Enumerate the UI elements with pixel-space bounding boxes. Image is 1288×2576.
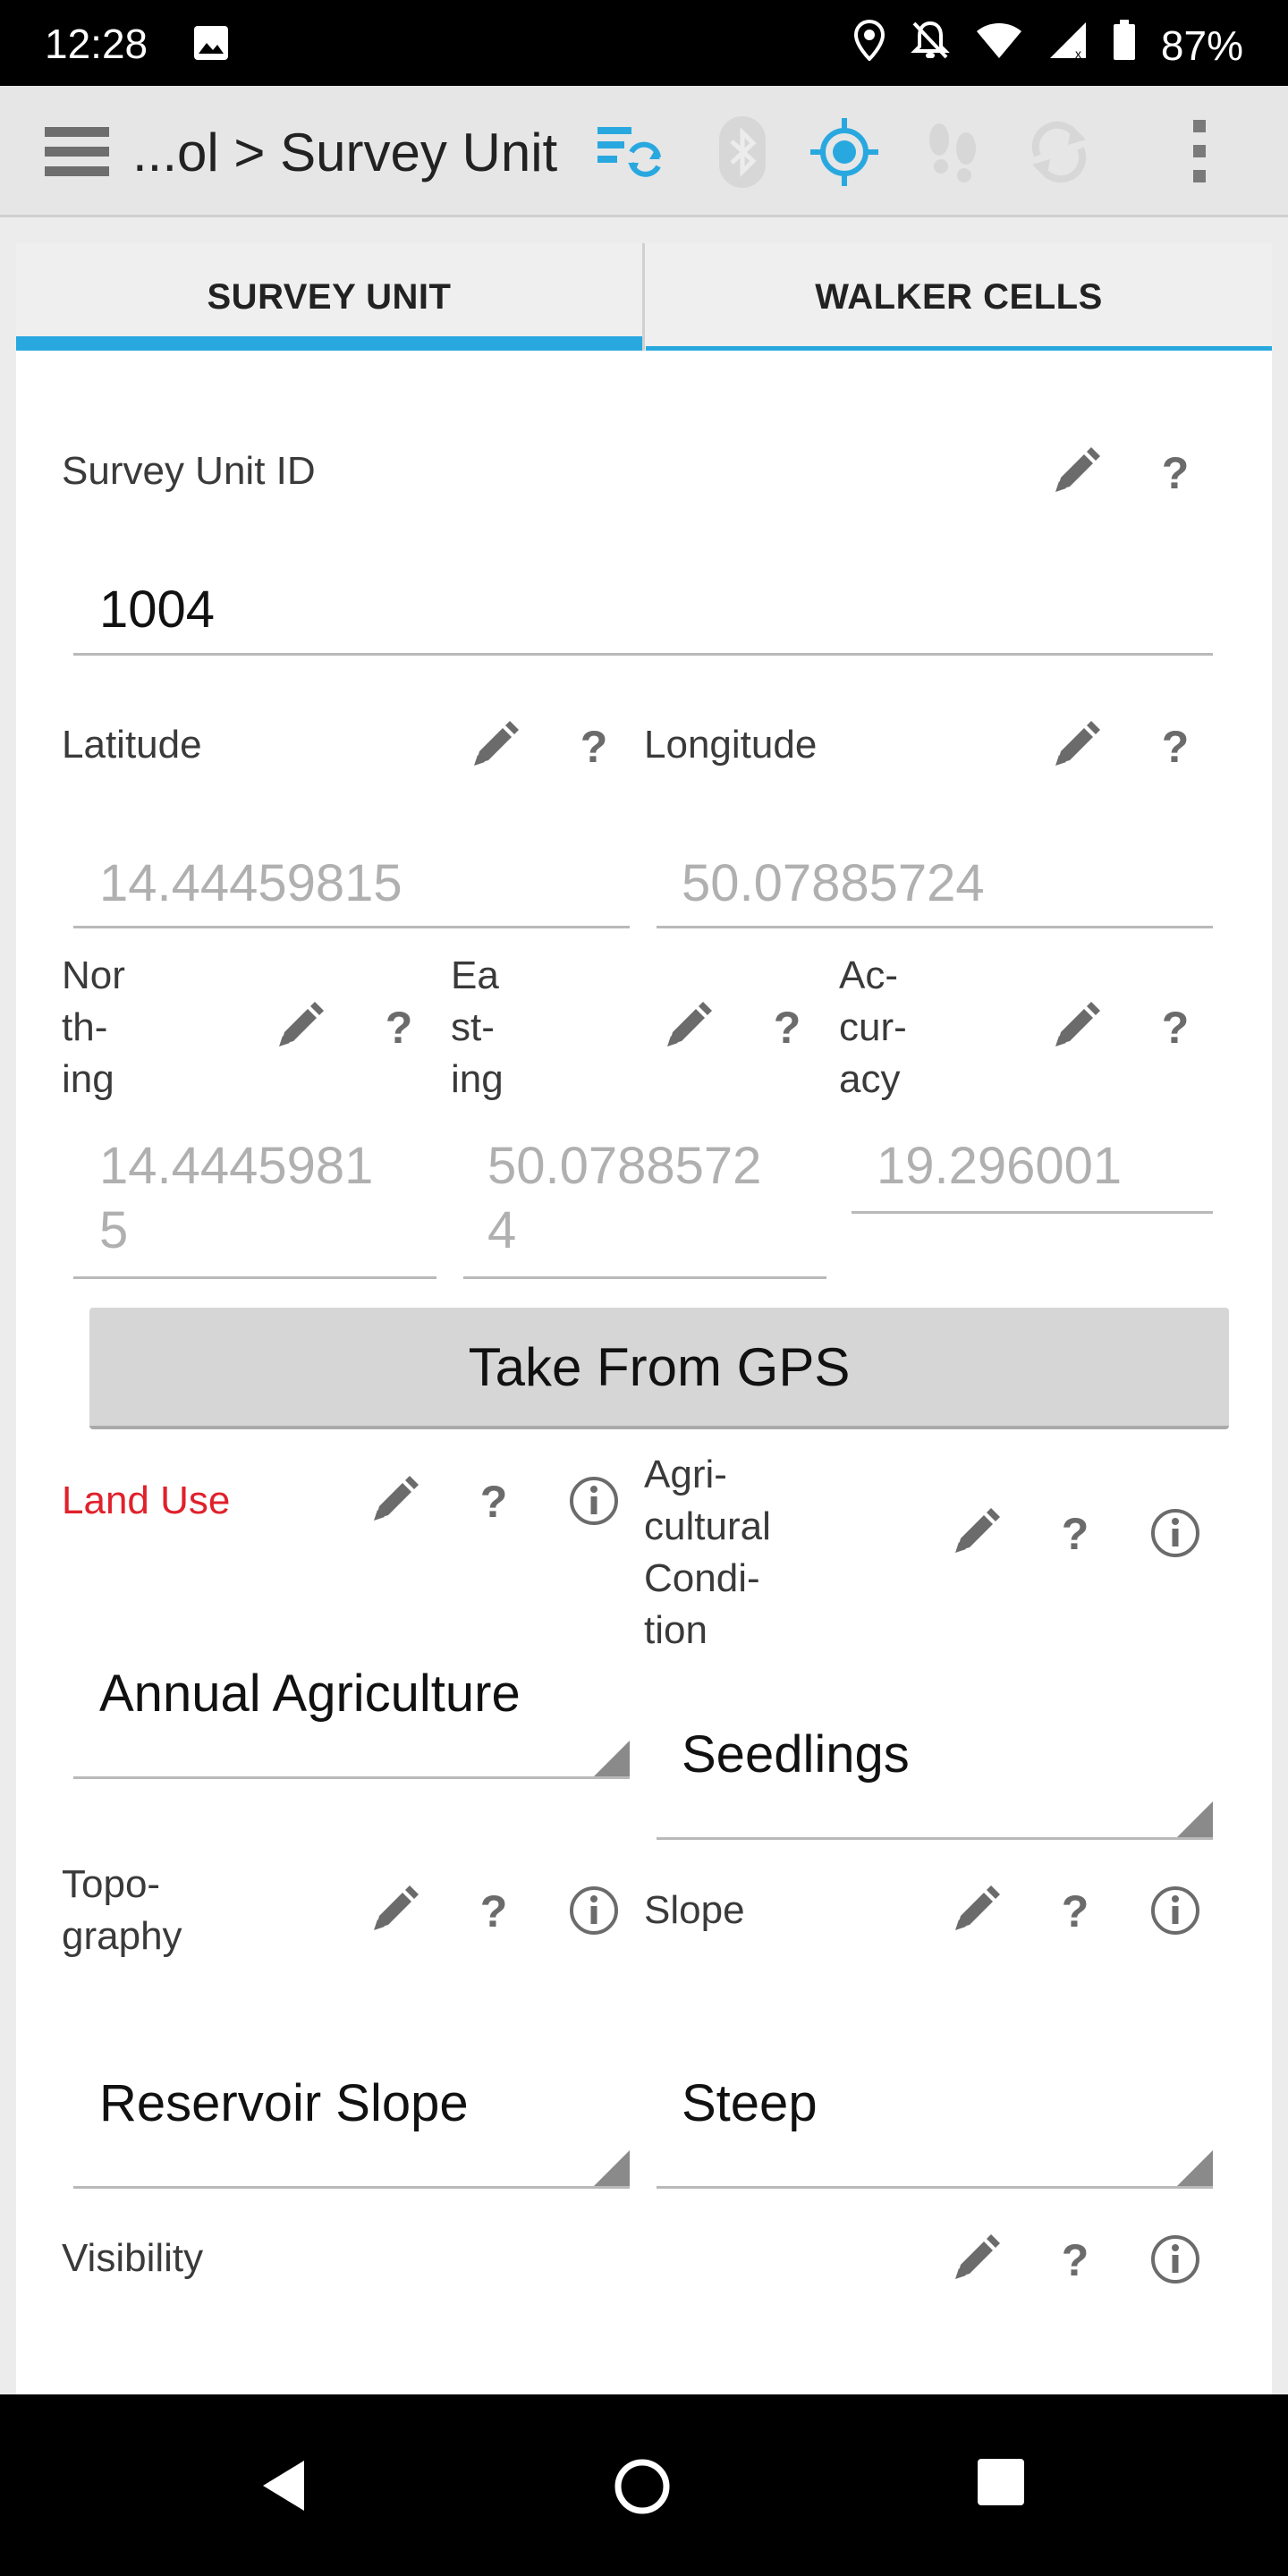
dropdown-arrow-icon[interactable] [1175,1801,1213,1839]
edit-pencil-icon[interactable] [948,1884,1002,1937]
page-title: ...ol > Survey Unit [132,123,558,182]
latitude-label: Latitude [62,723,202,767]
tab-divider [642,243,645,351]
edit-pencil-icon[interactable] [467,719,521,773]
help-question-icon[interactable] [1048,2233,1102,2286]
latitude-field[interactable]: 14.44459815 [99,852,402,916]
slope-underline [657,2186,1213,2189]
refresh-icon[interactable] [1023,116,1095,188]
accuracy-label: Ac- cur- acy [839,953,907,1101]
dropdown-arrow-icon[interactable] [592,2150,630,2188]
survey-unit-id-label: Survey Unit ID [62,449,316,493]
land-use-underline [73,1776,630,1779]
dropdown-arrow-icon[interactable] [592,1741,630,1778]
info-icon[interactable] [567,1474,621,1528]
accuracy-underline [852,1211,1213,1214]
info-icon[interactable] [1148,1884,1202,1937]
easting-underline [463,1276,826,1279]
back-icon[interactable] [258,2457,311,2519]
help-question-icon[interactable] [1048,1506,1102,1560]
agricultural-condition-underline [657,1837,1213,1840]
slope-label: Slope [644,1888,745,1932]
svg-text:x: x [1075,47,1081,60]
info-icon[interactable] [1148,1506,1202,1560]
help-question-icon[interactable] [372,1000,426,1054]
accuracy-field[interactable]: 19.296001 [877,1134,1122,1199]
image-icon [193,25,229,65]
longitude-underline [657,926,1213,928]
status-icons: x 87% [853,19,1243,71]
latitude-underline [73,926,630,928]
northing-field[interactable]: 14.4445981 5 [99,1134,373,1263]
survey-unit-id-field[interactable]: 1004 [99,578,215,642]
recents-icon[interactable] [976,2457,1026,2512]
help-question-icon[interactable] [1148,445,1202,499]
edit-pencil-icon[interactable] [1048,445,1102,499]
help-question-icon[interactable] [467,1884,521,1937]
topography-select[interactable]: Reservoir Slope [99,2072,469,2136]
help-question-icon[interactable] [1148,1000,1202,1054]
tab-bar: SURVEY UNIT WALKER CELLS [16,243,1272,351]
easting-field[interactable]: 50.0788572 4 [487,1134,761,1263]
topography-label: Topo- graphy [62,1862,182,1958]
navigation-bar [0,2394,1288,2576]
northing-label: Nor th- ing [62,953,125,1101]
battery-percent: 87% [1160,21,1243,69]
help-question-icon[interactable] [1148,719,1202,773]
help-question-icon[interactable] [760,1000,814,1054]
edit-pencil-icon[interactable] [272,1000,326,1054]
northing-underline [73,1276,436,1279]
agricultural-condition-select[interactable]: Seedlings [682,1723,910,1787]
agricultural-condition-label: Agri- cultural Condi- tion [644,1453,771,1652]
land-use-select[interactable]: Annual Agriculture [99,1662,521,1726]
easting-label: Ea st- ing [451,953,504,1101]
menu-icon[interactable] [45,127,109,177]
longitude-field[interactable]: 50.07885724 [682,852,985,916]
sync-list-icon[interactable] [592,116,664,188]
battery-icon [1113,20,1136,71]
app-bar: ...ol > Survey Unit [0,86,1288,217]
help-question-icon[interactable] [467,1474,521,1528]
edit-pencil-icon[interactable] [367,1474,420,1528]
tab-survey-unit[interactable]: SURVEY UNIT [16,243,642,351]
visibility-label: Visibility [62,2236,204,2280]
help-question-icon[interactable] [1048,1884,1102,1937]
edit-pencil-icon[interactable] [1048,719,1102,773]
bluetooth-icon[interactable] [707,116,778,188]
status-bar: 12:28 x 87% [0,0,1288,86]
slope-select[interactable]: Steep [682,2072,818,2136]
wifi-icon [975,21,1023,70]
footsteps-icon[interactable] [918,116,989,188]
survey-unit-form: Survey Unit ID 1004 Latitude Longitude 1… [16,351,1272,2394]
home-icon[interactable] [613,2457,672,2521]
tab-walker-cells[interactable]: WALKER CELLS [646,243,1272,351]
info-icon[interactable] [567,1884,621,1937]
edit-pencil-icon[interactable] [367,1884,420,1937]
signal-icon: x [1048,21,1088,70]
edit-pencil-icon[interactable] [660,1000,714,1054]
info-icon[interactable] [1148,2233,1202,2286]
status-time: 12:28 [45,21,148,67]
longitude-label: Longitude [644,723,818,767]
survey-unit-id-underline [73,653,1213,656]
land-use-label: Land Use [62,1479,231,1522]
notifications-off-icon [911,20,950,71]
location-icon [853,19,886,71]
take-from-gps-button[interactable]: Take From GPS [89,1308,1229,1429]
gps-target-icon[interactable] [809,116,880,188]
dropdown-arrow-icon[interactable] [1175,2150,1213,2188]
help-question-icon[interactable] [567,719,621,773]
edit-pencil-icon[interactable] [1048,1000,1102,1054]
topography-underline [73,2186,630,2189]
edit-pencil-icon[interactable] [948,2233,1002,2286]
edit-pencil-icon[interactable] [948,1506,1002,1560]
active-tab-indicator [16,336,642,351]
overflow-menu-icon[interactable] [1165,116,1236,188]
